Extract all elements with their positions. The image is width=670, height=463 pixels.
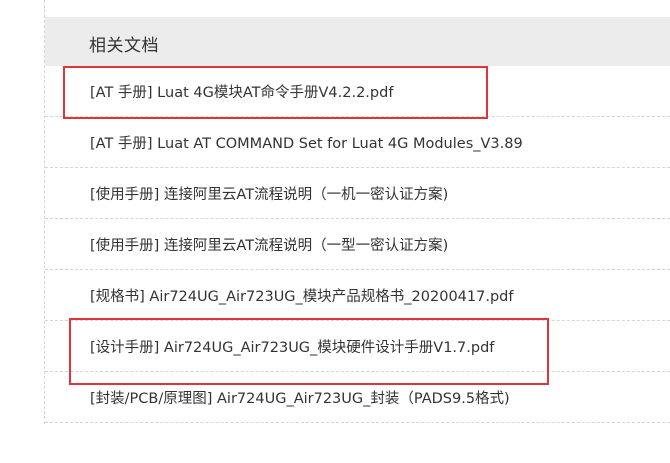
list-item: [使用手册] 连接阿里云AT流程说明（一机一密认证方案) — [45, 168, 670, 219]
doc-link-package-pcb-schematic[interactable]: [封装/PCB/原理图] Air724UG_Air723UG_封装（PADS9.… — [90, 387, 510, 408]
doc-link-aliyun-one-type-one-secret[interactable]: [使用手册] 连接阿里云AT流程说明（一型一密认证方案) — [90, 234, 448, 255]
list-item: [设计手册] Air724UG_Air723UG_模块硬件设计手册V1.7.pd… — [45, 321, 670, 372]
doc-link-hardware-design-manual[interactable]: [设计手册] Air724UG_Air723UG_模块硬件设计手册V1.7.pd… — [90, 336, 494, 357]
document-list: [AT 手册] Luat 4G模块AT命令手册V4.2.2.pdf [AT 手册… — [45, 66, 670, 423]
doc-link-spec-sheet[interactable]: [规格书] Air724UG_Air723UG_模块产品规格书_20200417… — [90, 285, 513, 306]
list-item: [AT 手册] Luat 4G模块AT命令手册V4.2.2.pdf — [45, 66, 670, 117]
doc-link-aliyun-one-device-one-secret[interactable]: [使用手册] 连接阿里云AT流程说明（一机一密认证方案) — [90, 183, 448, 204]
list-item: [封装/PCB/原理图] Air724UG_Air723UG_封装（PADS9.… — [45, 372, 670, 423]
list-item: [规格书] Air724UG_Air723UG_模块产品规格书_20200417… — [45, 270, 670, 321]
doc-link-at-manual-en[interactable]: [AT 手册] Luat AT COMMAND Set for Luat 4G … — [90, 132, 523, 153]
list-item: [AT 手册] Luat AT COMMAND Set for Luat 4G … — [45, 117, 670, 168]
related-docs-title: 相关文档 — [89, 36, 159, 56]
doc-link-at-manual-cn[interactable]: [AT 手册] Luat 4G模块AT命令手册V4.2.2.pdf — [90, 81, 393, 102]
related-docs-header: 相关文档 — [45, 17, 670, 66]
list-item: [使用手册] 连接阿里云AT流程说明（一型一密认证方案) — [45, 219, 670, 270]
